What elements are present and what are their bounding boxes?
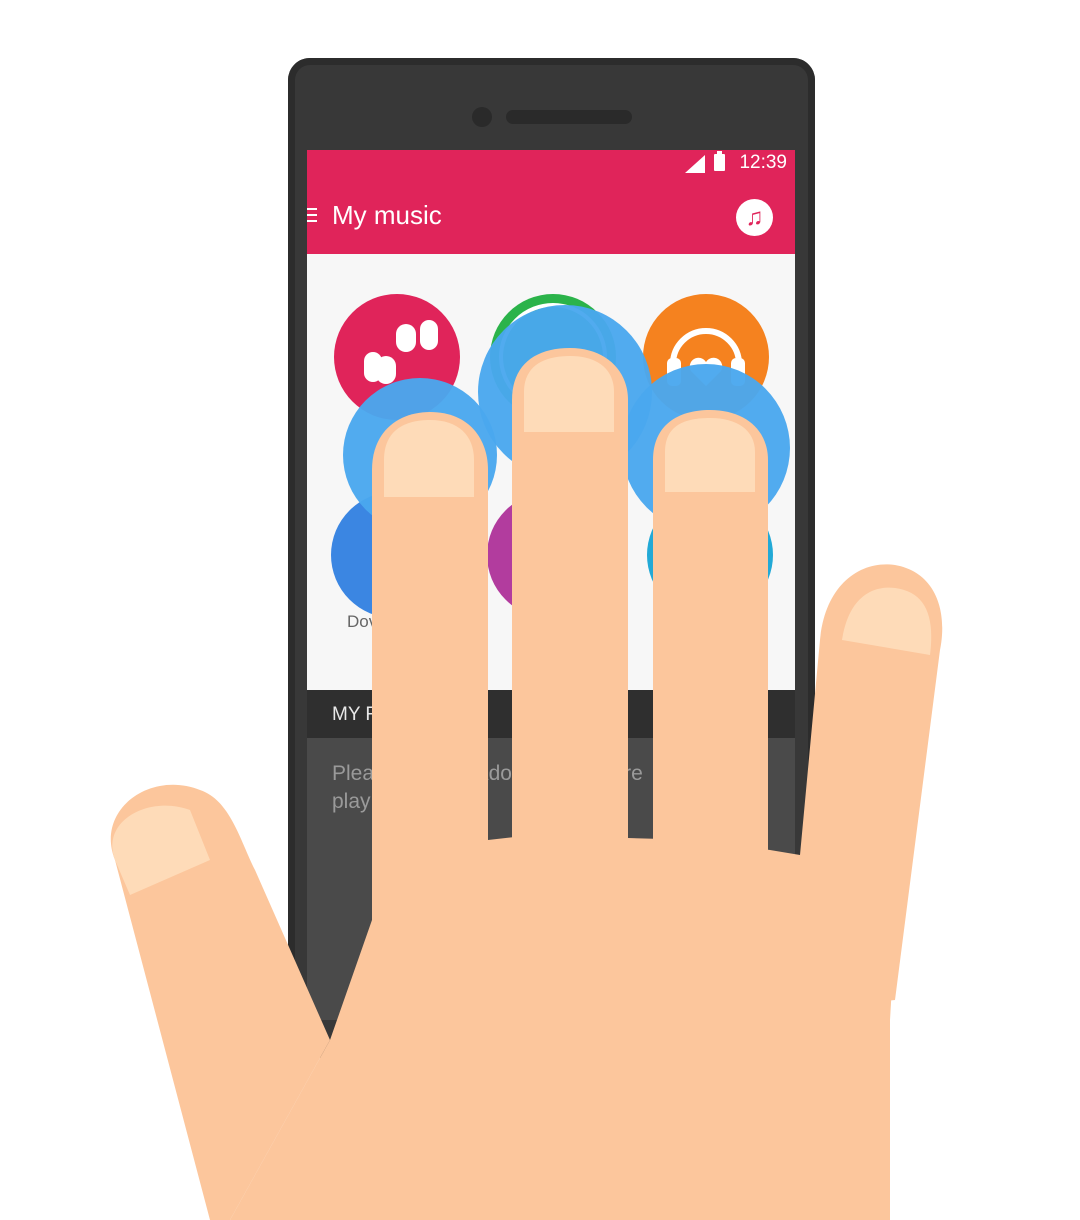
- status-time: 12:39: [739, 152, 787, 173]
- thumb-nail: [112, 805, 210, 895]
- status-bar: 12:39: [307, 150, 795, 178]
- battery-icon: [714, 151, 725, 171]
- empty-message-part3: cre: [613, 762, 643, 785]
- tile-headphones-heart[interactable]: [643, 294, 769, 420]
- empty-message-part2: Ado: [474, 762, 512, 785]
- music-note-icon[interactable]: ♫: [736, 199, 773, 236]
- playlist-empty-panel: Plea Ado cre play: [307, 738, 795, 1020]
- tile-green[interactable]: [490, 294, 616, 420]
- camera-icon: [472, 107, 492, 127]
- pinky-nail: [842, 587, 932, 655]
- signal-icon: [685, 155, 705, 173]
- earphones-icon: [364, 320, 438, 384]
- tile-earphones[interactable]: [334, 294, 460, 420]
- empty-message: Plea Ado cre play: [332, 760, 782, 816]
- headphones-heart-icon: [667, 328, 745, 386]
- circle-icon: [499, 303, 607, 411]
- tile-label-downloads: Dov: [347, 612, 378, 631]
- app-bar: My music ♫: [307, 178, 795, 254]
- phone-screen: 12:39 My music ♫ Dov MY F Plea Ado cre p…: [307, 150, 795, 1020]
- hamburger-icon[interactable]: [307, 208, 317, 222]
- pinky-finger: [800, 564, 943, 1010]
- library-grid: Dov: [307, 254, 795, 690]
- section-header: MY F: [307, 690, 795, 738]
- speaker-grille: [506, 110, 632, 124]
- empty-message-part1: Plea: [332, 762, 375, 785]
- page-title: My music: [332, 200, 442, 230]
- tile-downloads[interactable]: [331, 492, 457, 618]
- tile-cyan[interactable]: [647, 492, 773, 618]
- tile-purple[interactable]: [487, 492, 613, 618]
- section-title: MY F: [332, 704, 378, 725]
- empty-message-part4: play: [332, 790, 371, 813]
